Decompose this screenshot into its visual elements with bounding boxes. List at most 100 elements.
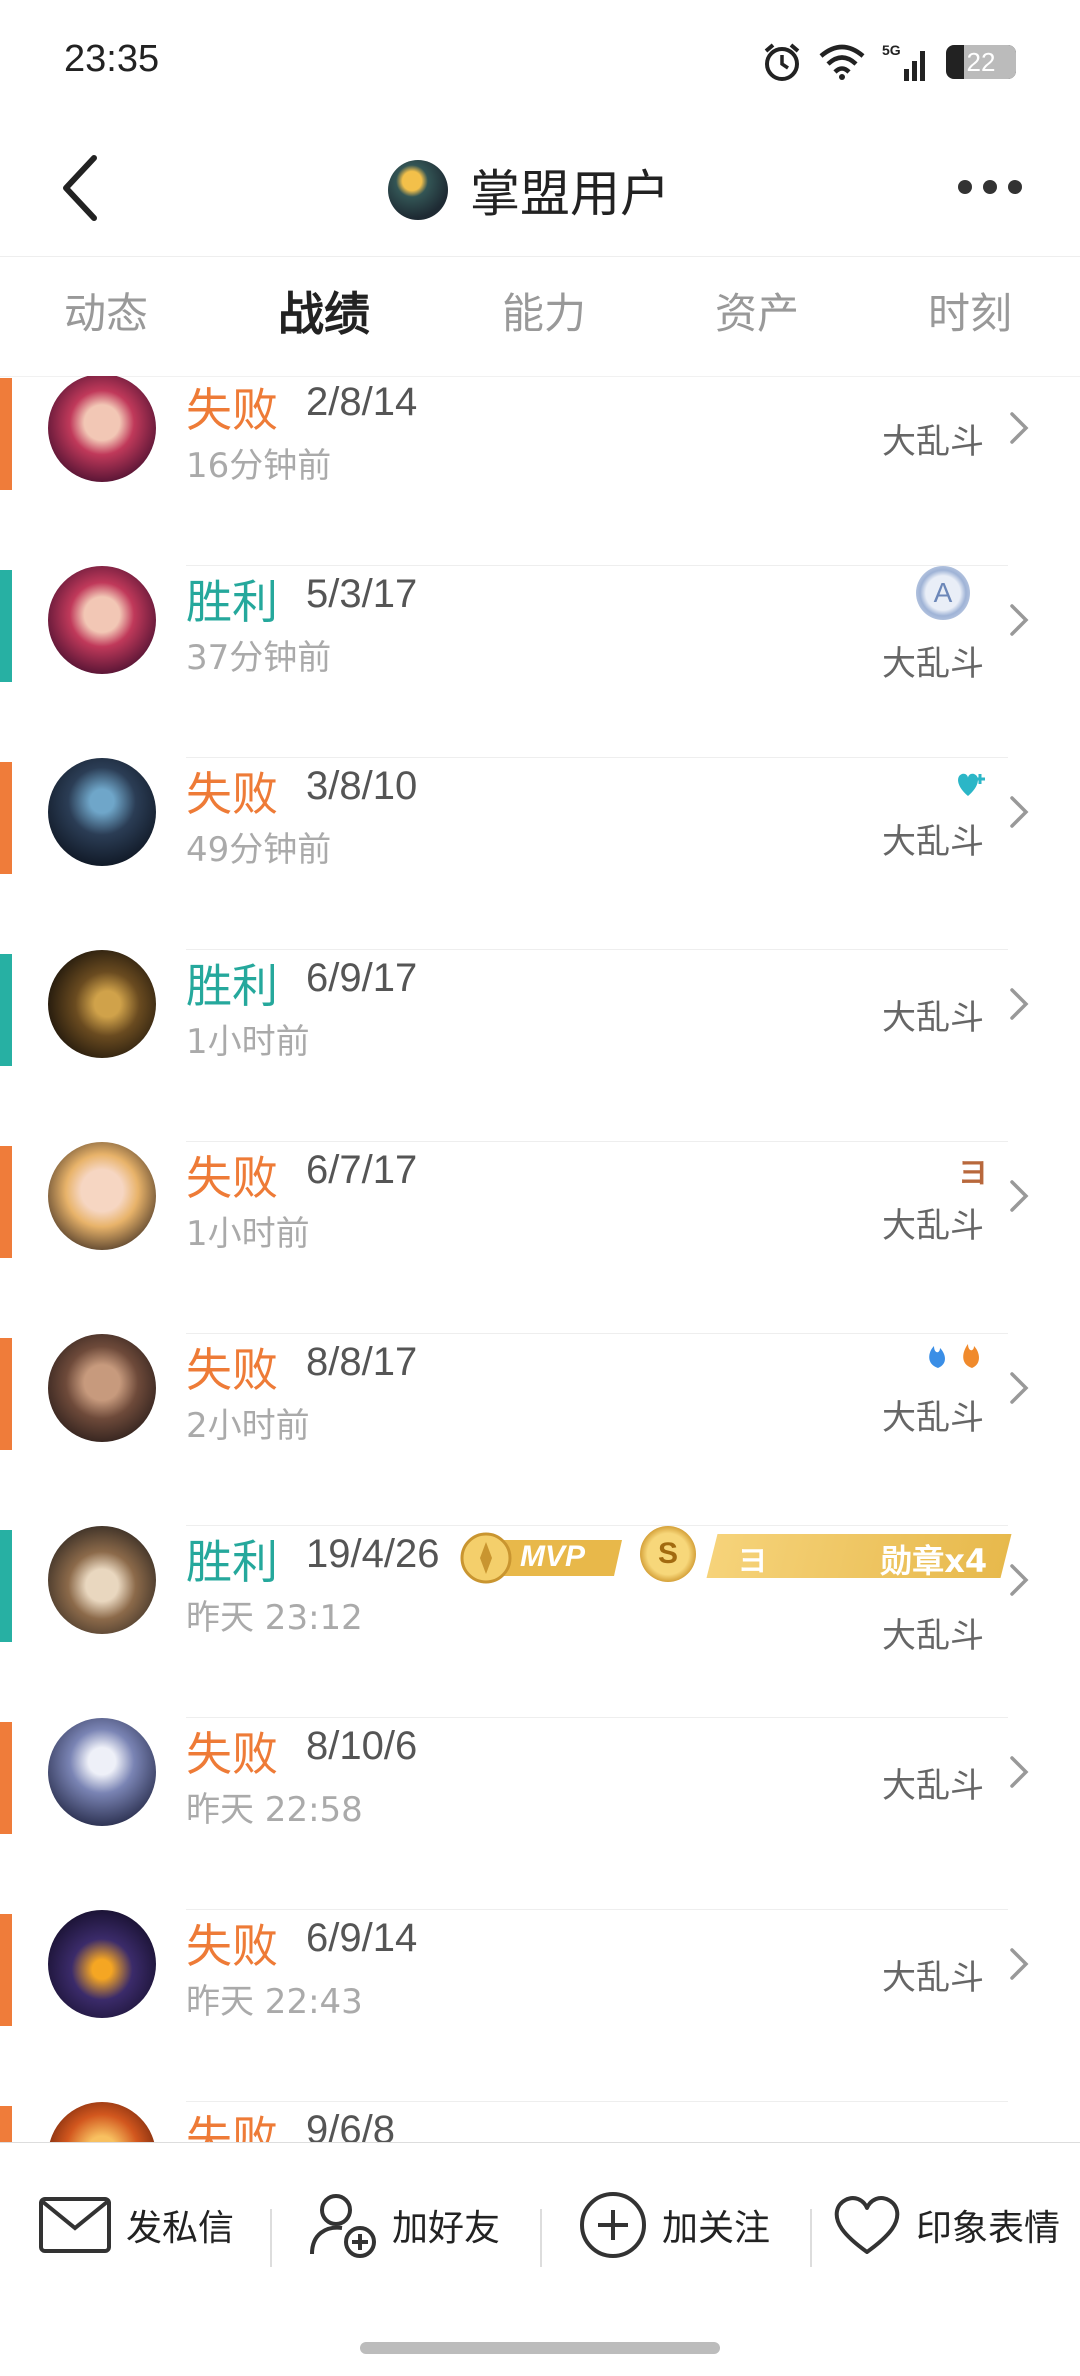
battery-level: 22	[966, 47, 996, 77]
more-dot-icon	[983, 180, 997, 194]
impression-button[interactable]: 印象表情	[832, 2185, 1060, 2265]
match-time: 昨天 22:43	[186, 1982, 363, 2022]
more-dot-icon	[958, 180, 972, 194]
more-dot-icon	[1008, 180, 1022, 194]
loss-indicator	[0, 762, 12, 874]
match-time: 1小时前	[186, 1022, 310, 1062]
send-message-button[interactable]: 发私信	[38, 2185, 234, 2265]
match-kda: 3/8/10	[306, 764, 418, 808]
match-result: 胜利	[186, 575, 278, 629]
wifi-icon	[819, 44, 865, 80]
status-bar: 23:35 5G 22	[0, 0, 1080, 120]
tab-assets[interactable]: 资产	[715, 280, 799, 341]
tab-moments[interactable]: 时刻	[928, 280, 1012, 341]
chevron-right-icon	[1010, 796, 1029, 828]
follow-label: 加关注	[662, 2208, 771, 2249]
champion-avatar	[48, 376, 156, 482]
match-result: 失败	[186, 1727, 278, 1781]
signal-5g-icon: 5G	[882, 42, 925, 81]
champion-avatar	[48, 950, 156, 1058]
match-time: 37分钟前	[186, 638, 332, 678]
match-time: 昨天 22:58	[186, 1790, 363, 1830]
champion-avatar	[48, 1142, 156, 1250]
champion-avatar	[48, 2102, 156, 2142]
home-indicator[interactable]	[360, 2342, 720, 2354]
match-row[interactable]: 胜利 6/9/17 1小时前 大乱斗	[0, 950, 1080, 1142]
more-options-button[interactable]	[958, 172, 1028, 202]
match-row[interactable]: 胜利 19/4/26 昨天 23:12 MVP S ヨ 勋章x4 大乱斗	[0, 1526, 1080, 1718]
match-row[interactable]: 失败 6/7/17 1小时前 ヨ 大乱斗	[0, 1142, 1080, 1334]
match-time: 昨天 23:12	[186, 1598, 363, 1638]
match-mode: 大乱斗	[882, 644, 984, 684]
flame-badges-icon	[929, 1344, 979, 1368]
match-mode: 大乱斗	[882, 1958, 984, 1998]
match-time: 1小时前	[186, 1214, 310, 1254]
svg-text:5G: 5G	[882, 42, 901, 58]
match-mode: 大乱斗	[882, 422, 984, 462]
user-avatar[interactable]	[388, 160, 448, 220]
impression-label: 印象表情	[916, 2208, 1061, 2249]
match-kda: 19/4/26	[306, 1532, 440, 1576]
champion-avatar	[48, 1526, 156, 1634]
match-row[interactable]: 失败 3/8/10 49分钟前 大乱斗	[0, 758, 1080, 950]
match-row[interactable]: 失败 2/8/14 16分钟前 大乱斗	[0, 376, 1080, 566]
chevron-right-icon	[1010, 1180, 1029, 1212]
match-result: 胜利	[186, 959, 278, 1013]
loss-indicator	[0, 2106, 12, 2142]
top-nav: 掌盟用户	[0, 120, 1080, 257]
mvp-label: MVP	[520, 1540, 586, 1573]
tab-record[interactable]: 战绩	[278, 278, 370, 344]
status-time: 23:35	[64, 38, 160, 80]
rank-a-badge-icon: A	[916, 566, 970, 620]
champion-avatar	[48, 758, 156, 866]
match-kda: 8/10/6	[306, 1724, 418, 1768]
match-kda: 6/9/17	[306, 956, 418, 1000]
loss-indicator	[0, 1146, 12, 1258]
chevron-right-icon	[1010, 1372, 1029, 1404]
loss-indicator	[0, 378, 12, 490]
match-result: 失败	[186, 1343, 278, 1397]
back-button[interactable]	[50, 148, 120, 228]
match-time: 16分钟前	[186, 446, 332, 486]
match-row[interactable]: 失败 6/9/14 昨天 22:43 大乱斗	[0, 1910, 1080, 2102]
match-kda: 6/7/17	[306, 1148, 418, 1192]
send-message-label: 发私信	[126, 2208, 235, 2249]
plus-circle-icon	[580, 2192, 646, 2258]
status-icons: 5G 22	[762, 40, 1016, 84]
loss-indicator	[0, 1914, 12, 2026]
bottom-action-bar: 发私信 加好友 加关注 印象表情	[0, 2142, 1080, 2301]
match-result: 失败	[186, 2111, 278, 2142]
loss-indicator	[0, 1338, 12, 1450]
chevron-right-icon	[1010, 1564, 1029, 1596]
match-row[interactable]: 胜利 5/3/17 37分钟前 A 大乱斗	[0, 566, 1080, 758]
follow-button[interactable]: 加关注	[578, 2185, 770, 2265]
match-kda: 2/8/14	[306, 380, 418, 424]
medal-banner-icon: ヨ 勋章x4	[706, 1534, 1012, 1580]
tab-ability[interactable]: 能力	[502, 280, 586, 341]
s-rank-badge-icon: S	[640, 1526, 696, 1582]
alarm-icon	[764, 43, 800, 81]
match-row[interactable]: 失败 8/10/6 昨天 22:58 大乱斗	[0, 1718, 1080, 1910]
medal-prefix: ヨ	[737, 1544, 768, 1579]
tab-bar: 动态 战绩 能力 资产 时刻	[0, 256, 1080, 377]
loss-indicator	[0, 1722, 12, 1834]
separator	[810, 2209, 812, 2267]
add-friend-button[interactable]: 加好友	[308, 2185, 500, 2265]
win-indicator	[0, 954, 12, 1066]
match-result: 失败	[186, 1151, 278, 1205]
medal-count: 勋章x4	[880, 1542, 988, 1580]
match-result: 失败	[186, 383, 278, 437]
match-row[interactable]: 失败 9/6/8	[0, 2102, 1080, 2142]
match-row[interactable]: 失败 8/8/17 2小时前 大乱斗	[0, 1334, 1080, 1526]
match-list: 失败 2/8/14 16分钟前 大乱斗 胜利 5/3/17 37分钟前 A 大乱…	[0, 376, 1080, 2142]
match-kda: 5/3/17	[306, 572, 418, 616]
match-kda: 9/6/8	[306, 2108, 395, 2142]
champion-avatar	[48, 566, 156, 674]
tab-activity[interactable]: 动态	[64, 280, 148, 341]
match-time: 49分钟前	[186, 830, 332, 870]
match-result: 失败	[186, 767, 278, 821]
triple-kill-badge-icon: ヨ	[958, 1156, 988, 1191]
header-title-group: 掌盟用户	[388, 154, 670, 226]
add-friend-icon	[310, 2194, 376, 2258]
match-mode: 大乱斗	[882, 1206, 984, 1246]
